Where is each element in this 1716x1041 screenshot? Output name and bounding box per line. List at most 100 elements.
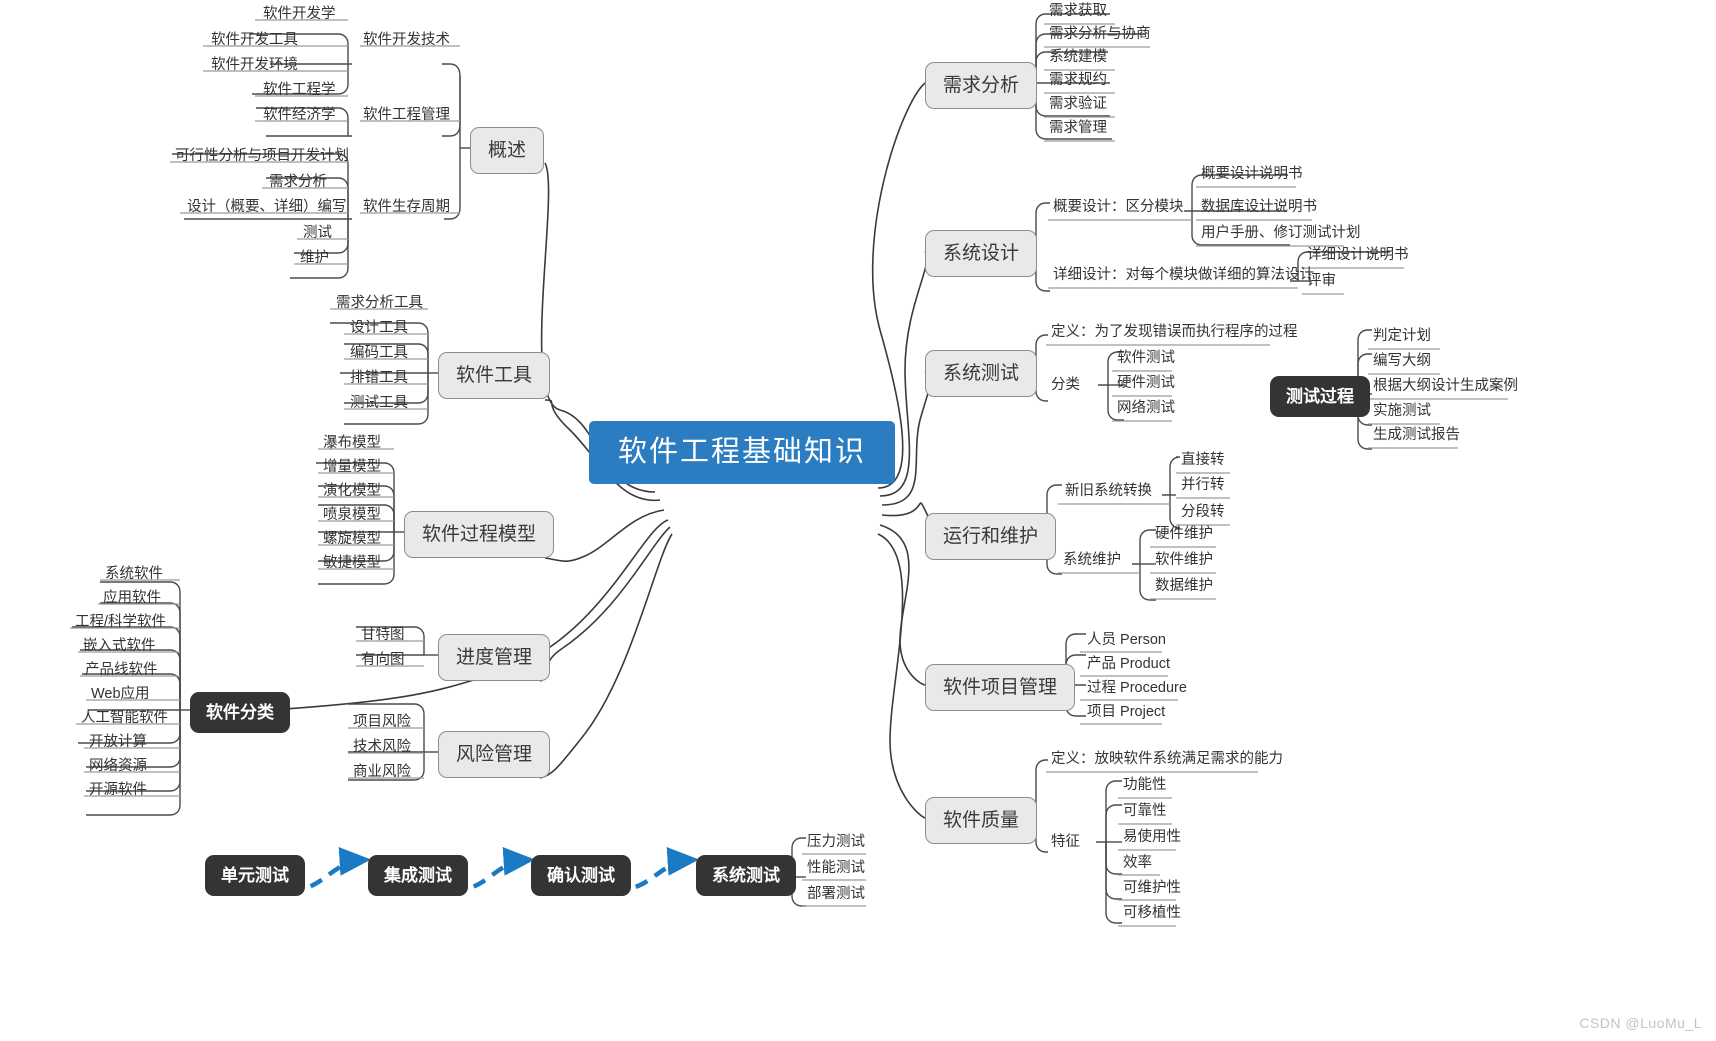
definition-text[interactable]: 定义：为了发现错误而执行程序的过程 (1048, 325, 1301, 343)
leaf-node[interactable]: 判定计划 (1370, 329, 1434, 347)
leaf-node[interactable]: 工程/科学软件 (72, 615, 169, 633)
leaf-node[interactable]: 开放计算 (86, 735, 150, 753)
branch-ceshi-guocheng[interactable]: 测试过程 (1270, 376, 1370, 417)
root-node[interactable]: 软件工程基础知识 (589, 421, 896, 484)
branch-jindu-guanli[interactable]: 进度管理 (438, 634, 551, 681)
sub-node[interactable]: 系统维护 (1060, 553, 1124, 571)
leaf-node[interactable]: 可维护性 (1120, 881, 1184, 899)
group-label[interactable]: 特征 (1048, 835, 1083, 853)
leaf-node[interactable]: 压力测试 (804, 835, 868, 853)
leaf-node[interactable]: 应用软件 (100, 591, 164, 609)
sub-node[interactable]: 详细设计：对每个模块做详细的算法设计 (1050, 268, 1317, 286)
branch-ruanjian-zhiliang[interactable]: 软件质量 (925, 797, 1038, 844)
leaf-node[interactable]: 需求规约 (1046, 73, 1110, 91)
leaf-node[interactable]: 需求分析与协商 (1046, 27, 1154, 45)
leaf-node[interactable]: 需求分析工具 (333, 296, 426, 314)
leaf-node[interactable]: Web应用 (88, 687, 153, 705)
leaf-node[interactable]: 可行性分析与项目开发计划 (172, 149, 352, 167)
flow-step-acceptance-test[interactable]: 确认测试 (531, 855, 631, 896)
flow-step-integration-test[interactable]: 集成测试 (368, 855, 468, 896)
leaf-node[interactable]: 设计工具 (347, 321, 411, 339)
branch-xiangmu-guanli[interactable]: 软件项目管理 (925, 664, 1076, 711)
leaf-node[interactable]: 硬件测试 (1114, 376, 1178, 394)
leaf-node[interactable]: 数据维护 (1152, 579, 1216, 597)
leaf-node[interactable]: 功能性 (1120, 778, 1170, 796)
leaf-node[interactable]: 网络测试 (1114, 401, 1178, 419)
leaf-node[interactable]: 螺旋模型 (320, 532, 384, 550)
leaf-node[interactable]: 网络资源 (86, 759, 150, 777)
branch-ruanjian-fenlei[interactable]: 软件分类 (190, 692, 290, 733)
leaf-node[interactable]: 瀑布模型 (320, 436, 384, 454)
flow-step-system-test[interactable]: 系统测试 (696, 855, 796, 896)
leaf-node[interactable]: 人工智能软件 (78, 711, 171, 729)
leaf-node[interactable]: 分段转 (1178, 505, 1228, 523)
leaf-node[interactable]: 根据大纲设计生成案例 (1370, 379, 1521, 397)
leaf-node[interactable]: 实施测试 (1370, 404, 1434, 422)
leaf-node[interactable]: 敏捷模型 (320, 556, 384, 574)
leaf-node[interactable]: 需求获取 (1046, 4, 1110, 22)
branch-ruanjian-gongju[interactable]: 软件工具 (438, 352, 551, 399)
leaf-node[interactable]: 软件开发环境 (208, 58, 301, 76)
leaf-node[interactable]: 设计（概要、详细）编写 (184, 200, 350, 218)
leaf-node[interactable]: 嵌入式软件 (80, 639, 159, 657)
branch-fengxian-guanli[interactable]: 风险管理 (438, 731, 551, 778)
definition-text[interactable]: 定义：放映软件系统满足需求的能力 (1048, 752, 1286, 770)
leaf-node[interactable]: 软件维护 (1152, 553, 1216, 571)
leaf-node[interactable]: 测试工具 (347, 396, 411, 414)
sub-node[interactable]: 软件开发技术 (360, 33, 453, 51)
leaf-node[interactable]: 用户手册、修订测试计划 (1198, 226, 1364, 244)
leaf-node[interactable]: 系统软件 (102, 567, 166, 585)
leaf-node[interactable]: 概要设计说明书 (1198, 167, 1306, 185)
group-label[interactable]: 分类 (1048, 378, 1083, 396)
leaf-node[interactable]: 数据库设计说明书 (1198, 200, 1320, 218)
leaf-node[interactable]: 效率 (1120, 856, 1155, 874)
leaf-node[interactable]: 技术风险 (350, 740, 414, 758)
leaf-node[interactable]: 硬件维护 (1152, 527, 1216, 545)
branch-xuqiu-fenxi[interactable]: 需求分析 (925, 62, 1038, 109)
leaf-node[interactable]: 过程 Procedure (1084, 681, 1190, 699)
leaf-node[interactable]: 测试 (300, 226, 335, 244)
leaf-node[interactable]: 需求验证 (1046, 97, 1110, 115)
leaf-node[interactable]: 需求分析 (266, 175, 330, 193)
sub-node[interactable]: 概要设计：区分模块 (1050, 200, 1187, 218)
sub-node[interactable]: 新旧系统转换 (1062, 484, 1155, 502)
branch-guocheng-moxing[interactable]: 软件过程模型 (404, 511, 555, 558)
leaf-node[interactable]: 排错工具 (347, 371, 411, 389)
leaf-node[interactable]: 软件经济学 (260, 108, 339, 126)
leaf-node[interactable]: 软件开发工具 (208, 33, 301, 51)
leaf-node[interactable]: 软件测试 (1114, 351, 1178, 369)
leaf-node[interactable]: 并行转 (1178, 478, 1228, 496)
leaf-node[interactable]: 直接转 (1178, 453, 1228, 471)
leaf-node[interactable]: 系统建模 (1046, 50, 1110, 68)
leaf-node[interactable]: 需求管理 (1046, 121, 1110, 139)
leaf-node[interactable]: 开源软件 (86, 783, 150, 801)
leaf-node[interactable]: 喷泉模型 (320, 508, 384, 526)
leaf-node[interactable]: 软件开发学 (260, 7, 339, 25)
leaf-node[interactable]: 评审 (1304, 274, 1339, 292)
leaf-node[interactable]: 生成测试报告 (1370, 428, 1463, 446)
branch-xitong-ceshi[interactable]: 系统测试 (925, 350, 1038, 397)
flow-step-unit-test[interactable]: 单元测试 (205, 855, 305, 896)
leaf-node[interactable]: 商业风险 (350, 765, 414, 783)
leaf-node[interactable]: 人员 Person (1084, 633, 1169, 651)
leaf-node[interactable]: 部署测试 (804, 887, 868, 905)
leaf-node[interactable]: 演化模型 (320, 484, 384, 502)
leaf-node[interactable]: 性能测试 (804, 861, 868, 879)
leaf-node[interactable]: 易使用性 (1120, 830, 1184, 848)
leaf-node[interactable]: 项目 Project (1084, 705, 1168, 723)
leaf-node[interactable]: 产品 Product (1084, 657, 1173, 675)
branch-yunxing-weihu[interactable]: 运行和维护 (925, 513, 1057, 560)
leaf-node[interactable]: 产品线软件 (82, 663, 161, 681)
leaf-node[interactable]: 编写大纲 (1370, 354, 1434, 372)
branch-xitong-sheji[interactable]: 系统设计 (925, 230, 1038, 277)
sub-node[interactable]: 软件生存周期 (360, 200, 453, 218)
leaf-node[interactable]: 软件工程学 (260, 83, 339, 101)
leaf-node[interactable]: 有向图 (358, 653, 408, 671)
leaf-node[interactable]: 编码工具 (347, 346, 411, 364)
leaf-node[interactable]: 维护 (297, 251, 332, 269)
branch-gaishu[interactable]: 概述 (470, 127, 545, 174)
leaf-node[interactable]: 增量模型 (320, 460, 384, 478)
leaf-node[interactable]: 可移植性 (1120, 906, 1184, 924)
leaf-node[interactable]: 详细设计说明书 (1304, 248, 1412, 266)
leaf-node[interactable]: 项目风险 (350, 715, 414, 733)
